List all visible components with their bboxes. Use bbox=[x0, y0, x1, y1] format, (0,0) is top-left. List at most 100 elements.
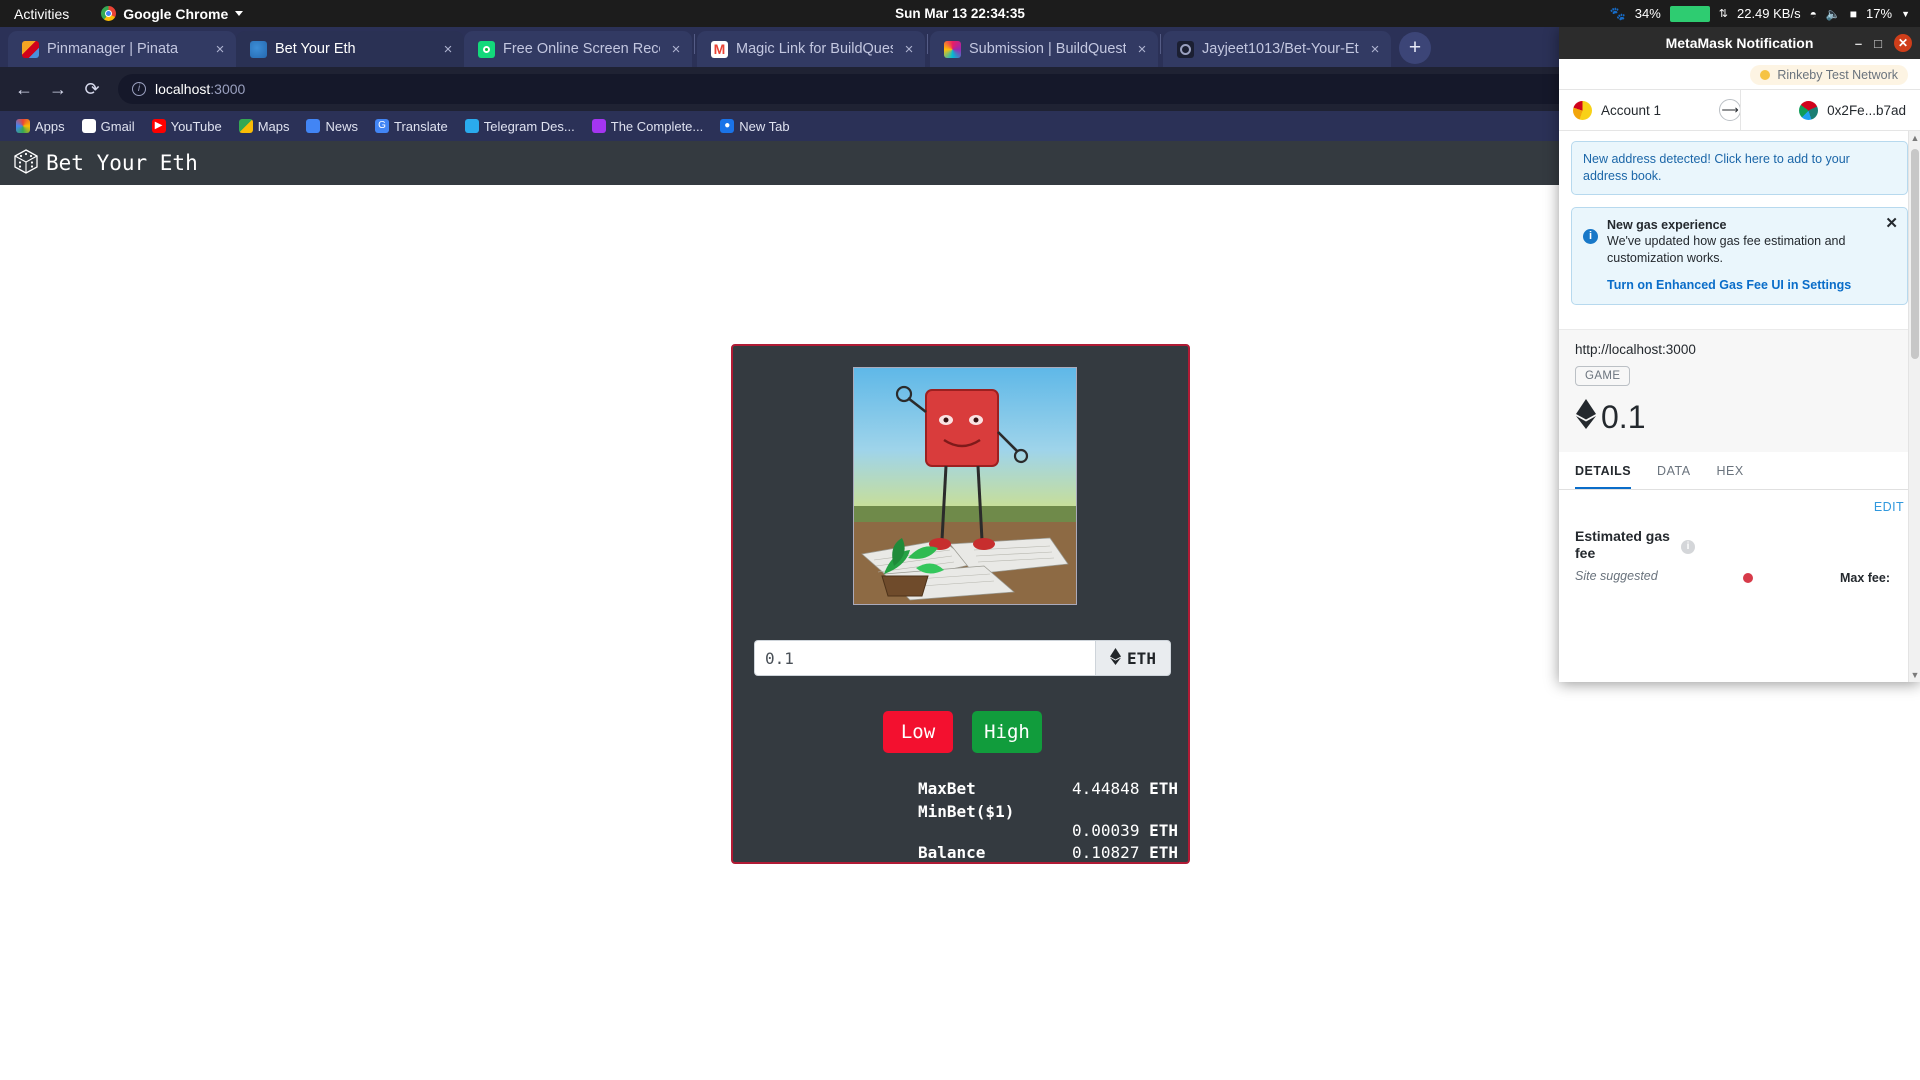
new-address-alert[interactable]: New address detected! Click here to add … bbox=[1571, 141, 1908, 195]
info-icon: i bbox=[1583, 228, 1598, 244]
scrollbar-thumb[interactable] bbox=[1911, 149, 1919, 359]
close-icon[interactable]: × bbox=[668, 41, 684, 58]
wifi-icon: ◓ bbox=[1809, 6, 1817, 21]
app-brand[interactable]: Bet Your Eth bbox=[12, 147, 198, 180]
tab-title: Pinmanager | Pinata bbox=[47, 41, 179, 57]
close-icon[interactable]: × bbox=[440, 41, 456, 58]
bookmark-telegram[interactable]: Telegram Des... bbox=[459, 117, 581, 136]
close-icon[interactable]: ✕ bbox=[1885, 214, 1898, 232]
low-bet-button[interactable]: Low bbox=[883, 711, 953, 753]
close-icon[interactable]: × bbox=[901, 41, 917, 58]
transaction-origin: http://localhost:3000 bbox=[1575, 341, 1696, 357]
tab-data[interactable]: DATA bbox=[1657, 452, 1690, 489]
from-account[interactable]: Account 1 bbox=[1573, 100, 1661, 120]
browser-tab-github-bet-your-eth[interactable]: Jayjeet1013/Bet-Your-Eth × bbox=[1163, 31, 1391, 67]
currency-label: ETH bbox=[1127, 648, 1156, 668]
volume-icon: 🔈 bbox=[1825, 6, 1841, 21]
app-menu-button[interactable]: Google Chrome bbox=[83, 5, 244, 22]
back-button[interactable]: ← bbox=[10, 75, 38, 103]
enhanced-gas-ui-link[interactable]: Turn on Enhanced Gas Fee UI in Settings bbox=[1607, 278, 1896, 292]
max-fee-label: Max fee: bbox=[1839, 571, 1890, 586]
close-icon[interactable]: × bbox=[212, 41, 228, 58]
browser-tab-pinmanager-pinata[interactable]: Pinmanager | Pinata × bbox=[8, 31, 236, 67]
activities-button[interactable]: Activities bbox=[0, 6, 83, 22]
tab-separator bbox=[1160, 34, 1161, 54]
scrollbar[interactable]: ▲ ▼ bbox=[1908, 131, 1920, 682]
bookmark-label: Translate bbox=[394, 118, 448, 134]
bookmark-label: Gmail bbox=[100, 118, 135, 134]
reload-button[interactable]: ⟳ bbox=[78, 75, 106, 103]
system-tray[interactable]: 🐾 34% ⇅ 22.49 KB/s ◓ 🔈 ■ 17% ▼ bbox=[1610, 0, 1920, 27]
close-button[interactable]: ✕ bbox=[1894, 34, 1912, 52]
browser-tab-free-online-screen-recorder[interactable]: Free Online Screen Recor × bbox=[464, 31, 692, 67]
bookmark-udemy-course[interactable]: The Complete... bbox=[586, 117, 710, 136]
metamask-titlebar: MetaMask Notification – □ ✕ bbox=[1559, 27, 1920, 59]
network-speed-label: 22.49 KB/s bbox=[1736, 6, 1801, 21]
bet-amount-input[interactable] bbox=[754, 640, 1095, 676]
minimize-button[interactable]: – bbox=[1855, 36, 1862, 51]
bookmark-label: News bbox=[325, 118, 358, 134]
bookmark-label: New Tab bbox=[739, 118, 790, 134]
battery-icon: ■ bbox=[1849, 6, 1858, 21]
divider bbox=[1739, 90, 1741, 130]
stat-row-minbet: MinBet($1) 0.00039 ETH bbox=[918, 802, 1178, 840]
bookmark-gmail[interactable]: M Gmail bbox=[76, 117, 141, 136]
tab-title: Bet Your Eth bbox=[275, 41, 356, 57]
scroll-down-icon[interactable]: ▼ bbox=[1910, 670, 1920, 680]
bookmark-label: Maps bbox=[257, 118, 290, 134]
transaction-type-badge: GAME bbox=[1575, 365, 1631, 386]
network-selector[interactable]: Rinkeby Test Network bbox=[1750, 65, 1908, 85]
bookmark-label: The Complete... bbox=[610, 118, 704, 134]
forward-button[interactable]: → bbox=[44, 75, 72, 103]
bookmark-label: Apps bbox=[35, 118, 65, 134]
new-gas-experience-notice: i New gas experience We've updated how g… bbox=[1571, 206, 1908, 305]
ethereum-icon bbox=[1575, 398, 1597, 438]
window-controls: – □ ✕ bbox=[1855, 34, 1912, 52]
notice-title: New gas experience bbox=[1607, 217, 1727, 232]
browser-tab-magic-link-buildquest[interactable]: Magic Link for BuildQues × bbox=[697, 31, 925, 67]
browser-tab-bet-your-eth[interactable]: Bet Your Eth × bbox=[236, 31, 464, 67]
bookmark-apps[interactable]: Apps bbox=[10, 117, 71, 136]
system-top-bar: Activities Google Chrome Sun Mar 13 22:3… bbox=[0, 0, 1920, 27]
edit-gas-button[interactable]: EDIT bbox=[1575, 500, 1904, 514]
clock[interactable]: Sun Mar 13 22:34:35 bbox=[895, 6, 1025, 21]
bet-your-eth-icon bbox=[250, 40, 267, 58]
translate-icon: G bbox=[375, 119, 389, 133]
screencast-indicator-icon bbox=[1669, 5, 1710, 22]
maximize-button[interactable]: □ bbox=[1874, 36, 1882, 51]
stat-unit: ETH bbox=[1149, 821, 1178, 840]
gas-fee-section: EDIT Estimated gas fee i Site suggested … bbox=[1559, 490, 1920, 586]
bookmark-maps[interactable]: Maps bbox=[233, 117, 296, 136]
address-bar-host: localhost bbox=[155, 81, 211, 97]
telegram-icon bbox=[464, 119, 479, 133]
power-menu-icon[interactable]: ▼ bbox=[1901, 9, 1910, 19]
tab-title: Submission | BuildQuest bbox=[969, 41, 1126, 57]
bookmark-new-tab[interactable]: ● New Tab bbox=[714, 117, 795, 136]
browser-tab-submission-buildquest[interactable]: Submission | BuildQuest × bbox=[930, 31, 1158, 67]
bookmark-youtube[interactable]: ▶ YouTube bbox=[146, 117, 228, 136]
close-icon[interactable]: × bbox=[1134, 41, 1150, 58]
bookmark-label: Telegram Des... bbox=[483, 118, 575, 134]
close-icon[interactable]: × bbox=[1367, 41, 1383, 58]
new-tab-icon: ● bbox=[720, 119, 735, 133]
ethereum-icon bbox=[1110, 647, 1122, 669]
to-account[interactable]: 0x2Fe...b7ad bbox=[1799, 100, 1906, 120]
to-account-label: 0x2Fe...b7ad bbox=[1827, 102, 1906, 118]
bookmark-news[interactable]: News bbox=[300, 117, 364, 136]
tab-details[interactable]: DETAILS bbox=[1575, 452, 1632, 489]
network-status-dot-icon bbox=[1760, 70, 1771, 80]
notice-description: We've updated how gas fee estimation and… bbox=[1607, 233, 1846, 266]
info-icon[interactable]: i bbox=[1681, 539, 1695, 554]
tab-separator bbox=[694, 34, 695, 54]
high-bet-button[interactable]: High bbox=[972, 711, 1042, 753]
tab-hex[interactable]: HEX bbox=[1717, 452, 1744, 489]
avatar bbox=[1799, 100, 1819, 120]
app-menu-label: Google Chrome bbox=[123, 5, 229, 22]
site-info-icon[interactable]: i bbox=[132, 82, 146, 96]
new-tab-button[interactable]: + bbox=[1399, 32, 1431, 64]
apps-grid-icon bbox=[16, 119, 30, 133]
bookmark-translate[interactable]: G Translate bbox=[369, 117, 454, 136]
scroll-up-icon[interactable]: ▲ bbox=[1910, 133, 1920, 143]
stat-value: 0.00039 ETH bbox=[918, 821, 1178, 840]
tab-title: Magic Link for BuildQues bbox=[736, 41, 893, 57]
